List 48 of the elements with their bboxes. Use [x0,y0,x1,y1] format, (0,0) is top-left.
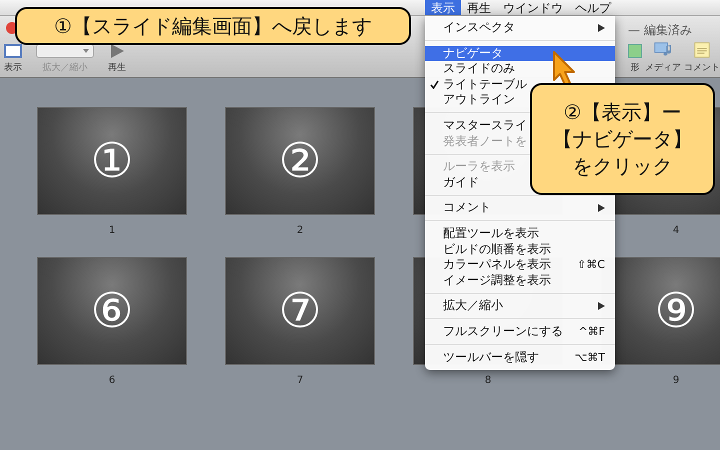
submenu-arrow-icon [598,204,605,212]
toolbar-button[interactable]: コメント [684,42,720,74]
slide-number: 2 [296,225,304,237]
callout-text: ②【表示】ー [564,98,682,126]
square-icon [628,44,642,58]
callout-text: 【ナビゲータ】 [552,126,692,152]
slide-number-glyph: ② [278,137,322,185]
menu-item[interactable]: インスペクタ [425,20,615,36]
slide-number-glyph: ⑥ [90,287,134,335]
slide-number: 6 [108,375,116,387]
window-title: — 編集済み [628,22,692,39]
menu-bar-item[interactable]: 再生 [461,0,497,15]
menu-bar-item[interactable]: 表示 [425,0,461,15]
slide-thumbnail[interactable]: ⑦ [225,257,375,365]
caret-icon [83,49,89,53]
submenu-arrow-icon [598,302,605,310]
slide-number: 8 [484,375,492,387]
slide-number-glyph: ⑦ [278,287,322,335]
toolbar-button[interactable]: 表示 [4,44,22,74]
menu-item[interactable]: 配置ツールを表示 [425,226,615,242]
note-icon [694,42,710,58]
callout-text: ①【スライド編集画面】へ戻します [54,12,372,40]
callout-text: をクリック [572,152,672,180]
play-icon [110,44,124,58]
slide-thumbnail[interactable]: ⑥ [37,257,187,365]
slide-number: 7 [296,375,304,387]
checkmark-icon [430,80,439,90]
menu-bar-item[interactable]: ウインドウ [497,0,569,15]
slide-number: 9 [672,375,680,387]
media-icon [654,42,672,58]
slide-number-glyph: ⑨ [654,287,698,335]
toolbar-button[interactable]: メディア [645,42,681,74]
menu-item[interactable]: コメント [425,200,615,216]
menu-item[interactable]: ライトテーブル [425,76,615,92]
toolbar-button[interactable]: 形 [628,44,642,74]
toolbar-button[interactable]: 再生 [108,44,126,74]
menu-item[interactable]: ビルドの順番を表示 [425,242,615,258]
menu-item[interactable]: ナビゲータ [425,46,615,62]
submenu-arrow-icon [598,24,605,32]
slide-number: 4 [672,225,680,237]
slide-view-icon [4,44,22,58]
slide-thumbnail[interactable]: ① [37,107,187,215]
menu-item[interactable]: スライドのみ [425,61,615,77]
slide-number-glyph: ① [90,137,134,185]
slide-thumbnail[interactable]: ② [225,107,375,215]
zoom-dropdown[interactable] [36,44,94,58]
menu-bar-item[interactable]: ヘルプ [569,0,617,15]
slide-number: 1 [108,225,116,237]
